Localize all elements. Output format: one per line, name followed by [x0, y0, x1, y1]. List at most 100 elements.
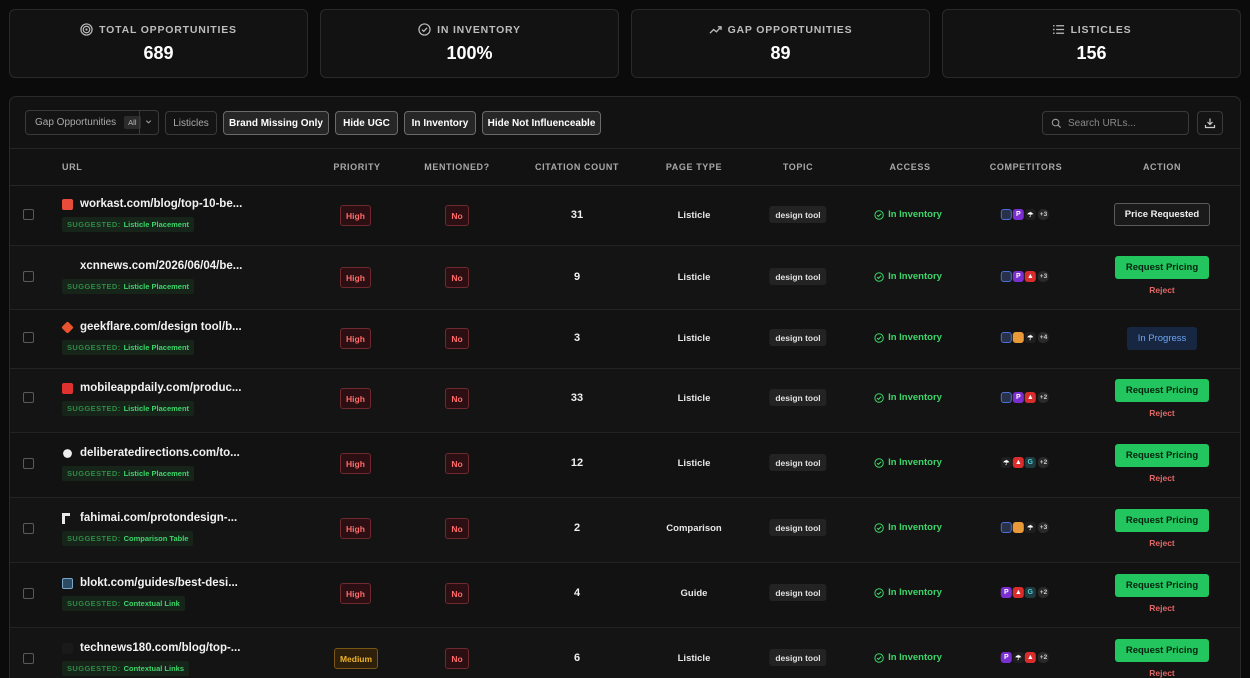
trending-up-icon: [709, 26, 722, 34]
competitor-logo-icon: [1012, 332, 1024, 343]
col-page-type[interactable]: PAGE TYPE: [666, 149, 722, 186]
download-button[interactable]: [1197, 111, 1223, 135]
stat-value: 100%: [446, 43, 493, 63]
row-url-link[interactable]: deliberatedirections.com/to...: [80, 447, 240, 459]
col-topic[interactable]: TOPIC: [783, 149, 813, 186]
suggested-label: SUGGESTED:: [67, 343, 121, 352]
row-url-link[interactable]: fahimai.com/protondesign-...: [80, 512, 237, 524]
hide-ugc-filter-button[interactable]: Hide UGC: [335, 111, 398, 135]
row-checkbox[interactable]: [23, 392, 34, 403]
competitor-logo-icon: ▲: [1024, 271, 1036, 282]
access-label: In Inventory: [888, 209, 942, 220]
more-competitors-badge[interactable]: +3: [1037, 209, 1050, 220]
check-circle-icon: [874, 652, 884, 663]
more-competitors-badge[interactable]: +2: [1037, 457, 1050, 468]
suggestion-value: Listicle Placement: [123, 220, 190, 229]
request-pricing-button[interactable]: Request Pricing: [1115, 256, 1209, 279]
reject-link[interactable]: Reject: [1149, 408, 1175, 418]
chevron-down-icon[interactable]: [144, 117, 153, 126]
col-mentioned[interactable]: MENTIONED?: [424, 149, 490, 186]
competitor-logo-icon: P: [1012, 209, 1024, 220]
stat-label: GAP OPPORTUNITIES: [727, 23, 853, 36]
topic-tag: design tool: [769, 329, 827, 346]
stats-bar: TOTAL OPPORTUNITIES 689 IN INVENTORY 100…: [9, 9, 1241, 78]
topic-tag: design tool: [769, 454, 827, 471]
citation-count: 4: [573, 587, 581, 599]
row-url-link[interactable]: blokt.com/guides/best-desi...: [80, 577, 238, 589]
request-pricing-button[interactable]: Request Pricing: [1115, 444, 1209, 467]
row-url-link[interactable]: mobileappdaily.com/produc...: [80, 382, 241, 394]
mentioned-badge: No: [445, 518, 469, 539]
reject-link[interactable]: Reject: [1149, 473, 1175, 483]
stat-label: LISTICLES: [1070, 23, 1132, 36]
request-pricing-button[interactable]: Request Pricing: [1115, 379, 1209, 402]
row-checkbox[interactable]: [23, 653, 34, 664]
suggested-label: SUGGESTED:: [67, 534, 121, 543]
priority-badge: High: [340, 205, 371, 226]
col-action: ACTION: [1142, 162, 1182, 172]
access-status: In Inventory: [874, 522, 942, 533]
reject-link[interactable]: Reject: [1149, 285, 1175, 295]
row-checkbox[interactable]: [23, 271, 34, 282]
page-type: Listicle: [677, 653, 711, 664]
suggestion-badge: SUGGESTED: Comparison Table: [62, 531, 194, 546]
row-url-link[interactable]: xcnnews.com/2026/06/04/be...: [80, 260, 242, 272]
in-progress-status[interactable]: In Progress: [1127, 327, 1197, 350]
request-pricing-button[interactable]: Request Pricing: [1115, 574, 1209, 597]
competitor-icons: P ▲ G +2: [1000, 587, 1050, 598]
more-competitors-badge[interactable]: +2: [1037, 587, 1050, 598]
suggestion-value: Listicle Placement: [123, 469, 190, 478]
stat-label: TOTAL OPPORTUNITIES: [99, 23, 237, 36]
suggested-label: SUGGESTED:: [67, 282, 121, 291]
row-url-link[interactable]: geekflare.com/design tool/b...: [80, 321, 242, 333]
reject-link[interactable]: Reject: [1149, 668, 1175, 678]
search-box[interactable]: [1042, 111, 1189, 135]
access-status: In Inventory: [874, 392, 942, 403]
suggested-label: SUGGESTED:: [67, 220, 121, 229]
competitor-logo-icon: ▲: [1024, 652, 1036, 663]
more-competitors-badge[interactable]: +2: [1037, 392, 1050, 403]
hide-not-influenceable-filter-button[interactable]: Hide Not Influenceable: [482, 111, 601, 135]
row-checkbox[interactable]: [23, 523, 34, 534]
competitor-logo-icon: [1000, 209, 1012, 220]
row-checkbox[interactable]: [23, 332, 34, 343]
row-url-link[interactable]: technews180.com/blog/top-...: [80, 642, 240, 654]
row-url-link[interactable]: workast.com/blog/top-10-be...: [80, 198, 242, 210]
col-citation-count[interactable]: CITATION COUNT: [535, 149, 619, 186]
more-competitors-badge[interactable]: +4: [1037, 332, 1050, 343]
site-favicon-icon: [62, 199, 73, 210]
suggestion-value: Listicle Placement: [123, 404, 190, 413]
in-inventory-filter-button[interactable]: In Inventory: [404, 111, 476, 135]
row-checkbox[interactable]: [23, 209, 34, 220]
listicles-filter-button[interactable]: Listicles: [165, 111, 217, 135]
page-type: Guide: [680, 588, 708, 599]
priority-badge: High: [340, 388, 371, 409]
view-dropdown[interactable]: Gap Opportunities All: [25, 110, 159, 135]
mentioned-badge: No: [445, 328, 469, 349]
more-competitors-badge[interactable]: +2: [1037, 652, 1050, 663]
col-url[interactable]: URL: [62, 149, 82, 186]
citation-count: 3: [573, 332, 581, 344]
search-input[interactable]: [1068, 117, 1183, 129]
row-checkbox[interactable]: [23, 588, 34, 599]
access-label: In Inventory: [888, 587, 942, 598]
request-pricing-button[interactable]: Request Pricing: [1115, 509, 1209, 532]
table-row: geekflare.com/design tool/b... SUGGESTED…: [10, 310, 1240, 369]
more-competitors-badge[interactable]: +3: [1037, 522, 1050, 533]
reject-link[interactable]: Reject: [1149, 538, 1175, 548]
access-status: In Inventory: [874, 652, 942, 663]
check-circle-icon: [874, 457, 884, 468]
competitor-logo-icon: ▲: [1012, 587, 1024, 598]
table-row: blokt.com/guides/best-desi... SUGGESTED:…: [10, 563, 1240, 628]
price-requested-button[interactable]: Price Requested: [1114, 203, 1210, 226]
more-competitors-badge[interactable]: +3: [1037, 271, 1050, 282]
col-priority[interactable]: PRIORITY: [333, 149, 380, 186]
row-checkbox[interactable]: [23, 458, 34, 469]
brand-missing-filter-button[interactable]: Brand Missing Only: [223, 111, 329, 135]
reject-link[interactable]: Reject: [1149, 603, 1175, 613]
competitor-logo-icon: P: [1012, 392, 1024, 403]
table-row: fahimai.com/protondesign-... SUGGESTED: C…: [10, 498, 1240, 563]
mentioned-badge: No: [445, 453, 469, 474]
priority-badge: High: [340, 518, 371, 539]
request-pricing-button[interactable]: Request Pricing: [1115, 639, 1209, 662]
